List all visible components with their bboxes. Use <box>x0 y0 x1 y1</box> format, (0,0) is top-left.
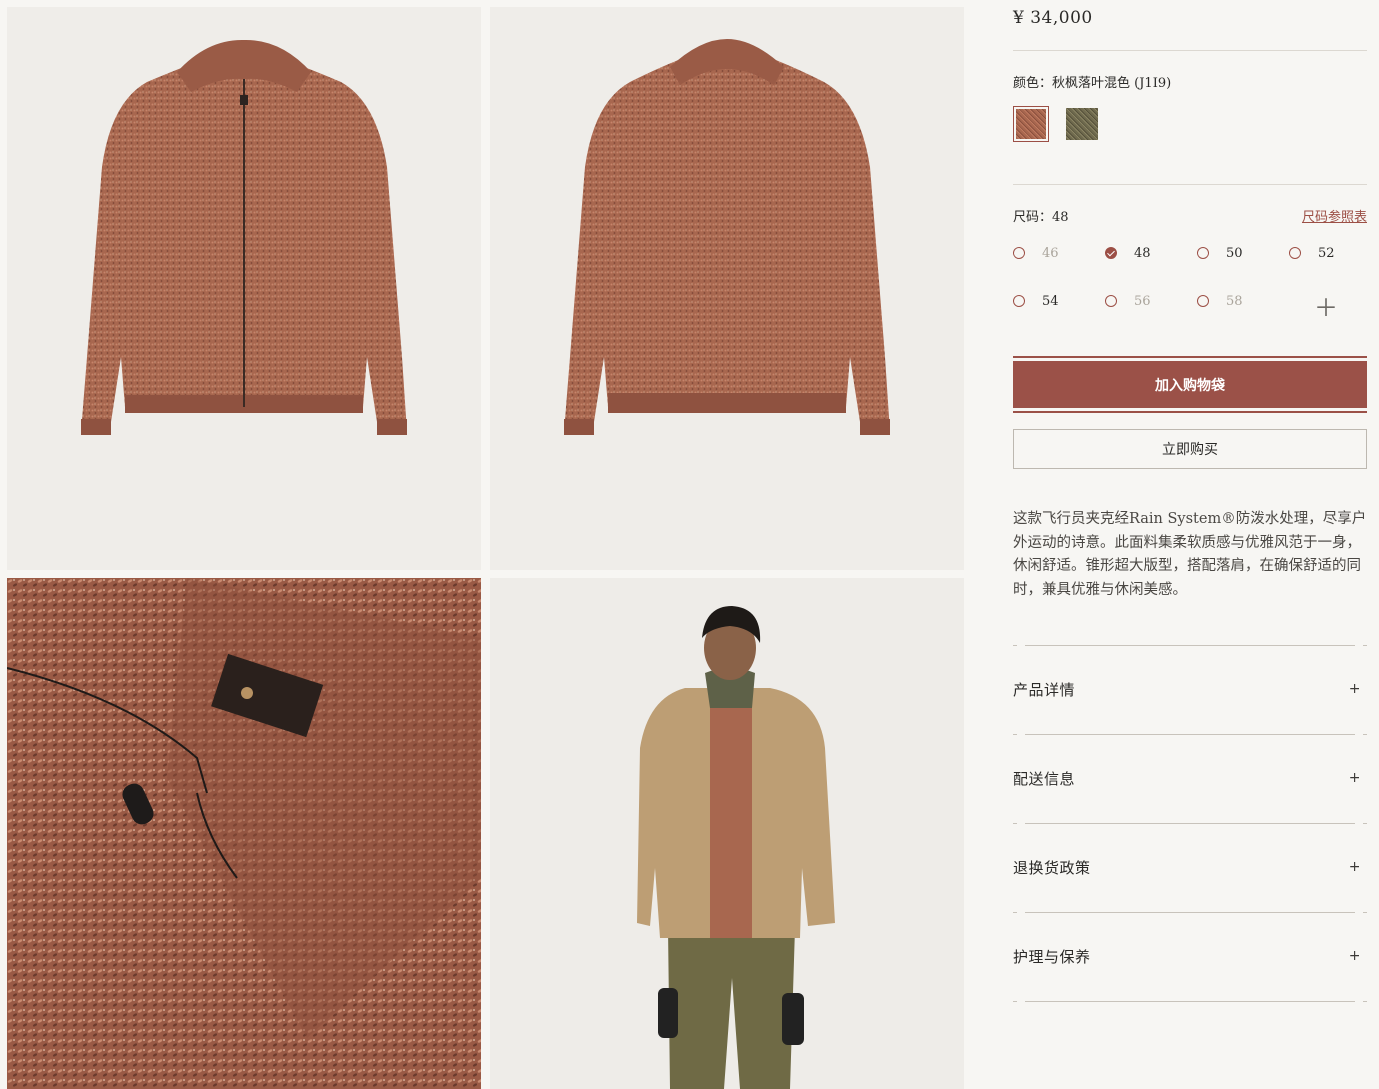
color-value: 秋枫落叶混色 (J1I9) <box>1052 76 1172 91</box>
buy-now-button[interactable]: 立即购买 <box>1013 429 1367 469</box>
size-option-48[interactable]: 48 <box>1105 243 1151 263</box>
radio-icon <box>1289 247 1301 259</box>
divider <box>1013 50 1367 51</box>
accordion-care[interactable]: 护理与保养 + <box>1013 944 1367 968</box>
model-image[interactable] <box>490 578 964 1089</box>
size-value: 48 <box>1052 210 1069 225</box>
plus-icon: + <box>1348 681 1361 697</box>
divider <box>1013 734 1367 735</box>
accordion-shipping-info[interactable]: 配送信息 + <box>1013 766 1367 790</box>
size-option-54[interactable]: 54 <box>1013 291 1059 311</box>
plus-icon: + <box>1348 770 1361 786</box>
swatch-autumn-leaf[interactable] <box>1013 106 1049 142</box>
radio-icon <box>1197 247 1209 259</box>
more-sizes-plus-icon[interactable]: ＋ <box>1314 288 1338 323</box>
radio-icon <box>1013 295 1025 307</box>
color-selection-label: 颜色：秋枫落叶混色 (J1I9) <box>1013 72 1171 91</box>
size-option-52[interactable]: 52 <box>1289 243 1335 263</box>
radio-checked-icon <box>1105 247 1117 259</box>
divider <box>1013 645 1367 646</box>
divider <box>1013 184 1367 185</box>
size-label: 尺码： <box>1013 210 1053 225</box>
plus-icon: + <box>1348 948 1361 964</box>
product-image-detail[interactable] <box>7 578 481 1089</box>
radio-icon <box>1197 295 1209 307</box>
product-image-back[interactable] <box>490 7 964 570</box>
product-description: 这款飞行员夹克经Rain System®防泼水处理，尽享户外运动的诗意。此面料集… <box>1013 511 1367 598</box>
size-option-50[interactable]: 50 <box>1197 243 1243 263</box>
size-selection-label: 尺码：48 <box>1013 206 1069 225</box>
product-image-front[interactable] <box>7 7 481 570</box>
divider <box>1013 823 1367 824</box>
plus-icon: + <box>1348 859 1361 875</box>
radio-icon <box>1105 295 1117 307</box>
divider <box>1013 1001 1367 1002</box>
size-option-46[interactable]: 46 <box>1013 243 1059 263</box>
price: ¥ 34,000 <box>1013 8 1093 28</box>
divider <box>1013 912 1367 913</box>
size-option-58[interactable]: 58 <box>1197 291 1243 311</box>
add-to-bag-button[interactable]: 加入购物袋 <box>1013 356 1367 413</box>
accordion-product-details[interactable]: 产品详情 + <box>1013 677 1367 701</box>
size-guide-link[interactable]: 尺码参照表 <box>1302 206 1367 225</box>
product-info-panel: ¥ 34,000 颜色：秋枫落叶混色 (J1I9) 尺码：48 尺码参照表 46… <box>1013 0 1367 1089</box>
size-option-56[interactable]: 56 <box>1105 291 1151 311</box>
color-label: 颜色： <box>1013 76 1053 91</box>
swatch-olive[interactable] <box>1064 106 1100 142</box>
accordion-returns-policy[interactable]: 退换货政策 + <box>1013 855 1367 879</box>
radio-icon <box>1013 247 1025 259</box>
